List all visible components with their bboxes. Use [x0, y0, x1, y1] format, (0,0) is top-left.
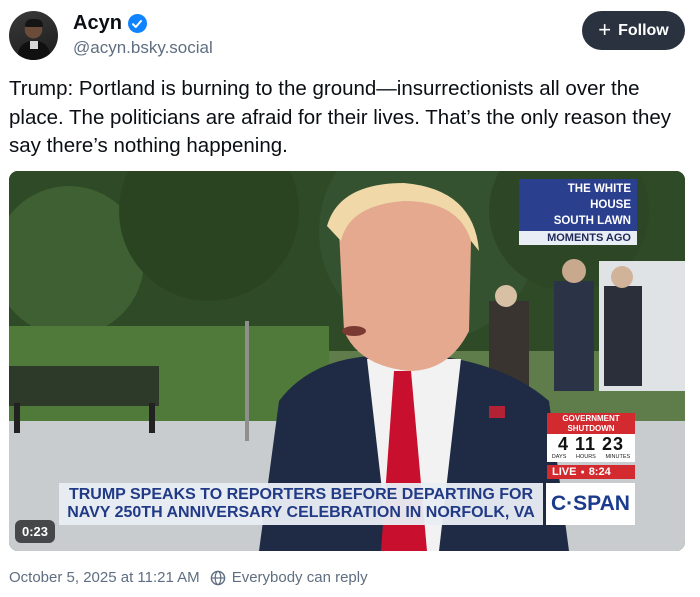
location-title: THE WHITE HOUSE SOUTH LAWN	[519, 179, 637, 231]
unit-days: DAYS	[551, 454, 567, 460]
shutdown-label: GOVERNMENT SHUTDOWN	[547, 413, 635, 434]
location-line2: SOUTH LAWN	[553, 215, 631, 227]
video-duration: 0:23	[15, 520, 56, 543]
follow-button-label: Follow	[618, 21, 669, 39]
shutdown-units: DAYS HOURS MINUTES	[547, 454, 635, 462]
live-label: LIVE	[552, 466, 577, 478]
plus-icon: +	[598, 16, 612, 42]
video-player[interactable]: THE WHITE HOUSE SOUTH LAWN MOMENTS AGO G…	[9, 171, 685, 551]
live-time: 8:24	[588, 466, 611, 478]
shutdown-minutes: 23	[602, 434, 625, 454]
reply-setting: Everybody can reply	[231, 569, 368, 586]
shutdown-counter: 4 11 23	[547, 434, 635, 454]
unit-hours: HOURS	[575, 454, 596, 460]
avatar[interactable]	[9, 11, 58, 60]
globe-icon	[210, 570, 225, 585]
follow-button[interactable]: + Follow	[582, 11, 685, 50]
live-dot-icon: ●	[580, 468, 585, 476]
location-line1: THE WHITE HOUSE	[567, 183, 631, 211]
author-name-row: Acyn	[73, 12, 147, 35]
location-subtitle: MOMENTS AGO	[519, 231, 637, 245]
news-chyron: TRUMP SPEAKS TO REPORTERS BEFORE DEPARTI…	[59, 483, 543, 525]
unit-minutes: MINUTES	[605, 454, 631, 460]
chyron-line1: TRUMP SPEAKS TO REPORTERS BEFORE DEPARTI…	[68, 486, 534, 503]
post-timestamp[interactable]: October 5, 2025 at 11:21 AM	[9, 569, 200, 586]
shutdown-hours: 11	[574, 434, 596, 454]
author-display-name[interactable]: Acyn	[73, 12, 122, 35]
live-indicator: LIVE ● 8:24	[547, 465, 635, 479]
chyron-line2: NAVY 250TH ANNIVERSARY CELEBRATION IN NO…	[67, 504, 535, 521]
verified-check-icon	[127, 14, 147, 33]
location-banner: THE WHITE HOUSE SOUTH LAWN MOMENTS AGO	[519, 179, 637, 245]
shutdown-days: 4	[557, 434, 569, 454]
author-handle[interactable]: @acyn.bsky.social	[73, 38, 213, 58]
shutdown-clock: GOVERNMENT SHUTDOWN 4 11 23 DAYS HOURS M…	[547, 413, 635, 479]
post-header: Acyn @acyn.bsky.social + Follow	[9, 10, 685, 62]
network-logo: C·SPAN	[546, 483, 635, 525]
post-text: Trump: Portland is burning to the ground…	[9, 77, 672, 157]
post-footer: October 5, 2025 at 11:21 AM Everybody ca…	[9, 569, 368, 586]
